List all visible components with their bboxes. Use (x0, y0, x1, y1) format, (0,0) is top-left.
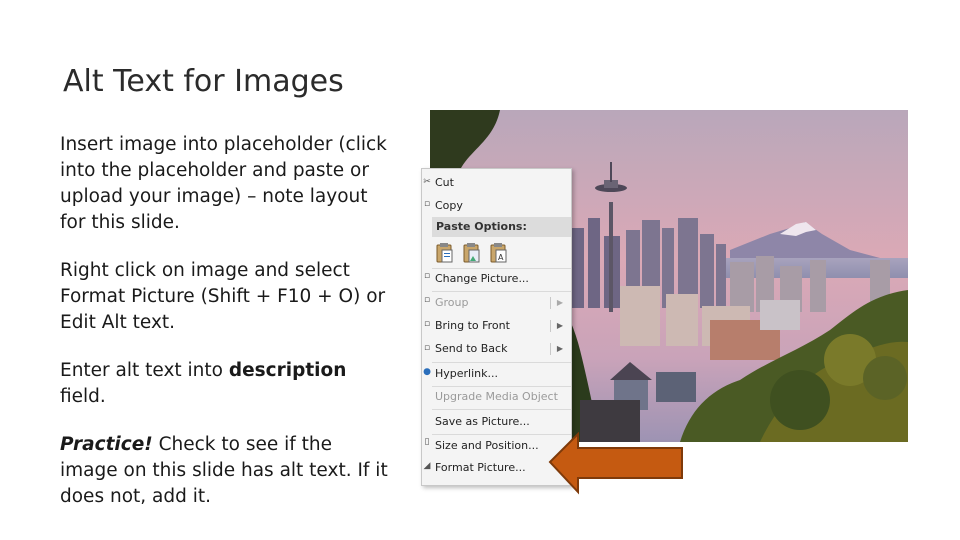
menu-item-upgrade-media-object: Upgrade Media Object (435, 390, 558, 403)
menu-item-cut[interactable]: Cut (435, 173, 565, 193)
size-position-icon: ▯ (424, 437, 430, 447)
cut-icon: ✂ (423, 177, 431, 187)
paste-options-header: Paste Options: (432, 217, 571, 237)
slide-title: Alt Text for Images (63, 64, 344, 99)
chevron-right-icon: ▶ (556, 298, 563, 307)
menu-item-hyperlink[interactable]: Hyperlink... (435, 364, 565, 384)
format-picture-icon: ◢ (423, 461, 431, 471)
menu-icon-gutter: ✂ ▫ ▫ ▫ ▫ ▫ ● ▯ ◢ (422, 169, 432, 485)
paragraph-practice: Practice! Check to see if the image on t… (60, 432, 395, 510)
menu-item-format-picture[interactable]: Format Picture... (435, 458, 565, 478)
menu-divider (432, 409, 571, 410)
paste-text-icon[interactable]: A (490, 242, 508, 264)
slide-body: Insert image into placeholder (click int… (60, 132, 395, 532)
paste-picture-icon[interactable] (463, 242, 481, 264)
bring-to-front-icon: ▫ (423, 319, 431, 329)
group-icon: ▫ (423, 295, 431, 305)
menu-item-label: Send to Back (435, 342, 508, 355)
paragraph-enter-alt-text: Enter alt text into description field. (60, 358, 395, 410)
paragraph-text-emphasis: Practice! (60, 434, 153, 455)
menu-item-bring-to-front[interactable]: Bring to Front ▶ (435, 316, 565, 336)
hyperlink-icon: ● (423, 367, 431, 377)
menu-divider (432, 362, 571, 363)
menu-divider (432, 291, 571, 292)
menu-item-send-to-back[interactable]: Send to Back ▶ (435, 339, 565, 359)
callout-arrow-left-icon (548, 432, 683, 495)
paragraph-insert-image: Insert image into placeholder (click int… (60, 132, 395, 236)
send-to-back-icon: ▫ (423, 343, 431, 353)
paste-keep-formatting-icon[interactable] (436, 242, 454, 264)
paragraph-text-post: field. (60, 386, 106, 407)
copy-icon: ▫ (423, 199, 431, 209)
paragraph-text: Right click on image and select Format P… (60, 260, 386, 333)
menu-item-change-picture[interactable]: Change Picture... (435, 269, 565, 289)
change-picture-icon: ▫ (423, 271, 431, 281)
menu-item-copy[interactable]: Copy (435, 196, 565, 216)
chevron-right-icon[interactable]: ▶ (557, 316, 563, 336)
paragraph-text-pre: Enter alt text into (60, 360, 229, 381)
menu-item-group: Group ▶ (435, 293, 565, 313)
menu-item-label: Bring to Front (435, 319, 510, 332)
paragraph-text: Insert image into placeholder (click int… (60, 134, 387, 233)
menu-item-save-as-picture[interactable]: Save as Picture... (435, 412, 565, 432)
submenu-separator (550, 297, 551, 309)
chevron-right-icon[interactable]: ▶ (557, 339, 563, 359)
paste-options-group: A (434, 242, 524, 264)
submenu-separator (550, 320, 551, 332)
menu-item-size-and-position[interactable]: Size and Position... (435, 436, 565, 456)
paragraph-text-bold: description (228, 360, 347, 381)
svg-text:A: A (498, 253, 504, 262)
submenu-separator (550, 343, 551, 355)
paragraph-right-click: Right click on image and select Format P… (60, 258, 395, 336)
menu-item-label: Group (435, 296, 469, 309)
